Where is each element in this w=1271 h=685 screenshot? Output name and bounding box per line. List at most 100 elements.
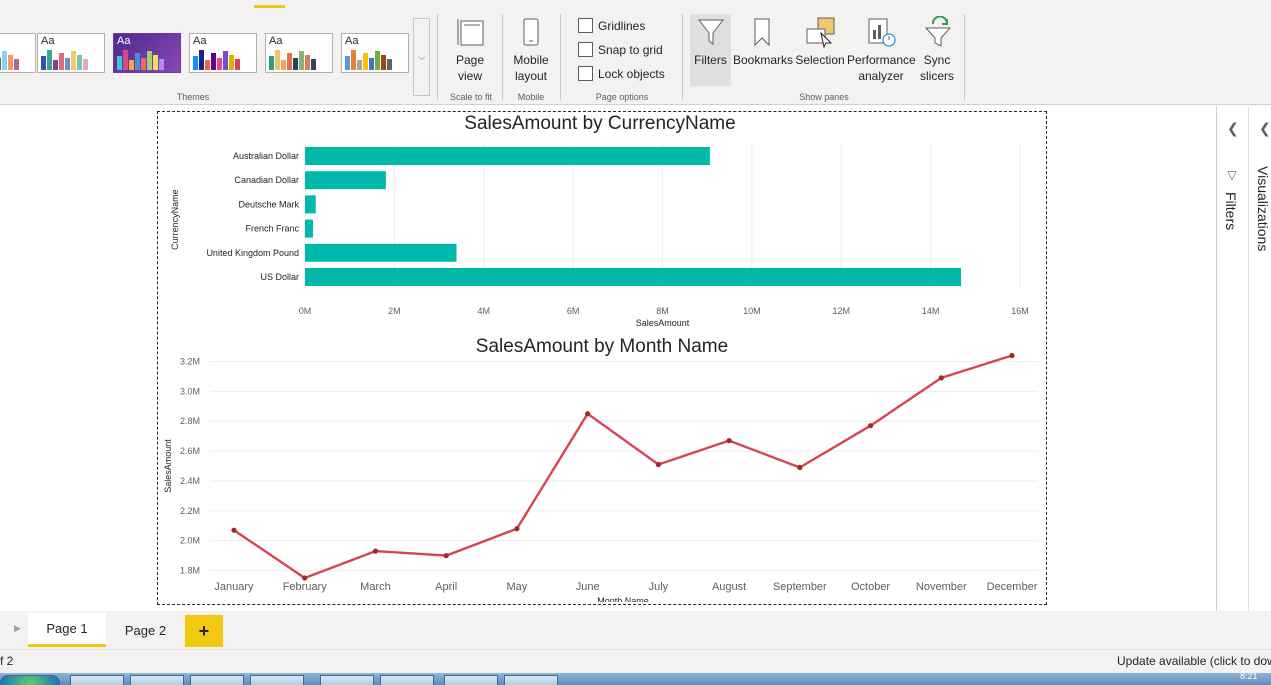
sync-slicers-icon bbox=[924, 16, 952, 47]
visualizations-pane-label[interactable]: Visualizations bbox=[1255, 166, 1271, 251]
theme-color-bar bbox=[293, 58, 298, 70]
theme-color-bars bbox=[0, 48, 19, 70]
performance-analyzer-button[interactable]: Performance analyzer bbox=[847, 14, 916, 84]
theme-color-bar bbox=[65, 58, 70, 70]
theme-color-bar bbox=[217, 58, 222, 70]
line-y-tick-label: 3.0M bbox=[180, 386, 200, 396]
gridlines-checkbox[interactable]: Gridlines bbox=[578, 18, 645, 33]
bar-4 bbox=[305, 219, 314, 238]
filters-pane-label[interactable]: Filters bbox=[1223, 192, 1239, 230]
theme-color-bar bbox=[135, 53, 140, 70]
taskbar-app-icon[interactable] bbox=[190, 675, 244, 685]
taskbar-app-icon[interactable] bbox=[504, 675, 558, 685]
filters-pane-button[interactable]: Filters bbox=[690, 14, 731, 86]
theme-swatch-label: Aa bbox=[41, 35, 55, 47]
theme-color-bar bbox=[77, 55, 82, 70]
theme-color-bar bbox=[41, 56, 46, 70]
bookmark-icon bbox=[754, 18, 770, 47]
page-view-button[interactable]: Page view bbox=[447, 14, 493, 84]
start-button-icon[interactable] bbox=[0, 675, 60, 685]
snap-to-grid-checkbox[interactable]: Snap to grid bbox=[578, 42, 663, 57]
tabs-scroll-left-icon[interactable]: ▶ bbox=[14, 623, 21, 634]
line-point bbox=[1009, 352, 1015, 359]
theme-swatch-label: Aa bbox=[269, 35, 283, 47]
theme-color-bar bbox=[305, 55, 310, 70]
selection-pane-button[interactable]: Selection bbox=[794, 14, 846, 68]
taskbar-clock: 8:21 bbox=[1240, 673, 1258, 681]
taskbar-app-icon[interactable] bbox=[70, 675, 124, 685]
line-x-tick-label: February bbox=[283, 581, 328, 593]
line-series bbox=[233, 354, 1013, 580]
bar-2 bbox=[305, 171, 386, 190]
bar-x-tick-label: 10M bbox=[743, 306, 761, 316]
tab-page-2[interactable]: Page 2 bbox=[108, 613, 183, 647]
theme-color-bar bbox=[141, 58, 146, 70]
ribbon-separator bbox=[964, 14, 965, 100]
theme-color-bar bbox=[281, 60, 286, 70]
taskbar-app-icon[interactable] bbox=[444, 675, 498, 685]
line-point bbox=[443, 553, 449, 559]
theme-swatch[interactable]: Aa bbox=[265, 33, 333, 73]
theme-color-bar bbox=[275, 50, 280, 70]
theme-color-bar bbox=[83, 59, 88, 70]
checkbox-box[interactable] bbox=[578, 18, 593, 33]
bar-x-tick-label: 2M bbox=[388, 306, 401, 316]
line-point bbox=[938, 375, 944, 381]
taskbar-app-icon[interactable] bbox=[380, 675, 434, 685]
tab-page-1[interactable]: Page 1 bbox=[28, 613, 106, 647]
theme-color-bar bbox=[153, 55, 158, 70]
checkbox-box[interactable] bbox=[578, 42, 593, 57]
checkbox-box[interactable] bbox=[578, 66, 593, 81]
theme-color-bar bbox=[2, 51, 7, 70]
bar-category-label: Deutsche Mark bbox=[238, 199, 299, 209]
bar-category-label: Australian Dollar bbox=[233, 151, 299, 161]
visualizations-collapse-chevron-icon[interactable]: ❮ bbox=[1259, 120, 1271, 137]
theme-color-bar bbox=[71, 51, 76, 70]
taskbar-app-icon[interactable] bbox=[250, 675, 304, 685]
line-y-tick-label: 1.8M bbox=[180, 566, 200, 576]
line-y-axis-title: SalesAmount bbox=[163, 439, 173, 493]
bar-x-tick-label: 16M bbox=[1011, 306, 1029, 316]
line-x-tick-label: July bbox=[649, 581, 669, 593]
theme-swatch[interactable]: Aa bbox=[37, 33, 105, 73]
update-available-link[interactable]: Update available (click to dow bbox=[1117, 654, 1271, 668]
theme-color-bar bbox=[14, 59, 19, 70]
theme-color-bar bbox=[311, 59, 316, 70]
page-view-icon bbox=[457, 19, 484, 46]
active-tab-indicator bbox=[254, 5, 285, 8]
bookmarks-label: Bookmarks bbox=[733, 53, 794, 67]
mobile-layout-button[interactable]: Mobile layout bbox=[509, 14, 553, 84]
theme-color-bar bbox=[235, 59, 240, 70]
theme-swatch[interactable]: Aa bbox=[0, 33, 36, 73]
theme-swatch[interactable]: Aa bbox=[113, 33, 181, 73]
theme-color-bar bbox=[229, 55, 234, 70]
selection-icon bbox=[806, 17, 835, 48]
filters-collapse-chevron-icon[interactable]: ❮ bbox=[1227, 120, 1239, 137]
line-x-tick-label: May bbox=[507, 581, 528, 593]
ribbon-separator bbox=[437, 14, 438, 100]
line-chart-visual[interactable]: 1.8M 2.0M 2.2M 2.4M 2.6M 2.8M 3.0M 3.2M January F… bbox=[158, 334, 1046, 602]
bar-x-tick-label: 6M bbox=[567, 306, 580, 316]
theme-color-bar bbox=[8, 55, 13, 70]
bookmarks-pane-button[interactable]: Bookmarks bbox=[733, 14, 794, 68]
theme-swatch[interactable]: Aa bbox=[341, 33, 409, 73]
show-panes-group-label: Show panes bbox=[799, 92, 849, 102]
theme-color-bar bbox=[147, 51, 152, 70]
theme-swatch[interactable]: Aa bbox=[189, 33, 257, 73]
bar-y-axis-title: CurrencyName bbox=[170, 189, 180, 250]
status-bar: f 2 Update available (click to dow bbox=[0, 649, 1271, 673]
bar-chart-visual[interactable]: 0M 2M 4M 6M 8M 10M 12M 14M 16M Australian Dollar C… bbox=[158, 112, 1046, 330]
windows-taskbar: 8:21 bbox=[0, 673, 1271, 685]
taskbar-app-icon[interactable] bbox=[130, 675, 184, 685]
page-options-group-label: Page options bbox=[595, 92, 649, 102]
scale-to-fit-group-label: Scale to fit bbox=[449, 92, 493, 102]
themes-more-button[interactable]: ⌵ bbox=[413, 18, 430, 96]
add-page-button[interactable]: + bbox=[185, 615, 223, 647]
taskbar-app-icon[interactable] bbox=[320, 675, 374, 685]
lock-objects-checkbox[interactable]: Lock objects bbox=[578, 66, 665, 81]
line-y-tick-label: 3.2M bbox=[180, 356, 200, 366]
line-point bbox=[585, 411, 591, 417]
line-y-tick-label: 2.8M bbox=[180, 416, 200, 426]
theme-color-bar bbox=[53, 60, 58, 70]
sync-slicers-button[interactable]: Sync slicers bbox=[916, 14, 958, 84]
